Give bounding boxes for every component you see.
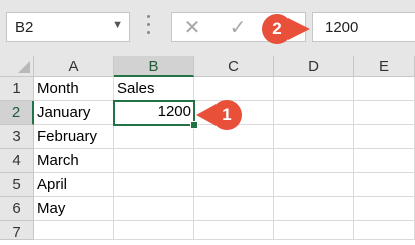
cell-a2[interactable]: January: [34, 101, 114, 125]
row-header-5[interactable]: 5: [0, 173, 34, 197]
cell-a6[interactable]: May: [34, 197, 114, 221]
cell-e5[interactable]: [354, 173, 415, 197]
formula-input-value: 1200: [325, 19, 359, 36]
cell-c4[interactable]: [194, 149, 274, 173]
cell-e7[interactable]: [354, 221, 415, 240]
cell-b1[interactable]: Sales: [114, 77, 194, 101]
cell-e6[interactable]: [354, 197, 415, 221]
row-header-1[interactable]: 1: [0, 77, 34, 101]
column-header-e[interactable]: E: [354, 56, 415, 77]
cell-a1[interactable]: Month: [34, 77, 114, 101]
cell-d4[interactable]: [274, 149, 354, 173]
cell-a4[interactable]: March: [34, 149, 114, 173]
select-all-corner[interactable]: [0, 56, 34, 77]
cell-b6[interactable]: [114, 197, 194, 221]
enter-icon[interactable]: ✓: [226, 16, 250, 40]
cell-e1[interactable]: [354, 77, 415, 101]
name-box[interactable]: B2 ▼: [6, 12, 130, 42]
cell-b4[interactable]: [114, 149, 194, 173]
cell-e3[interactable]: [354, 125, 415, 149]
cell-d1[interactable]: [274, 77, 354, 101]
cell-d7[interactable]: [274, 221, 354, 240]
column-header-d[interactable]: D: [274, 56, 354, 77]
callout-1-badge: 1: [212, 100, 242, 130]
formula-bar: B2 ▼ ✕ ✓ 1200: [0, 0, 415, 56]
select-all-icon: [18, 61, 30, 73]
formula-input[interactable]: 1200: [312, 12, 415, 42]
callout-2-arrow-icon: [288, 18, 310, 40]
cell-c3[interactable]: [194, 125, 274, 149]
cell-b2-active[interactable]: 1200: [113, 100, 195, 126]
cell-d2[interactable]: [274, 101, 354, 125]
cell-a5[interactable]: April: [34, 173, 114, 197]
cell-c5[interactable]: [194, 173, 274, 197]
drag-handle-icon[interactable]: [147, 13, 151, 37]
row-header-2[interactable]: 2: [0, 101, 34, 125]
row-header-4[interactable]: 4: [0, 149, 34, 173]
cell-a3[interactable]: February: [34, 125, 114, 149]
cell-b5[interactable]: [114, 173, 194, 197]
cell-b7[interactable]: [114, 221, 194, 240]
cell-e2[interactable]: [354, 101, 415, 125]
cell-b3[interactable]: [114, 125, 194, 149]
spreadsheet-grid: A B C D E 1 2 3 4 5 6 7 Month Sales Janu…: [0, 56, 415, 241]
column-header-a[interactable]: A: [34, 56, 114, 77]
cell-d3[interactable]: [274, 125, 354, 149]
cell-c7[interactable]: [194, 221, 274, 240]
cell-e4[interactable]: [354, 149, 415, 173]
column-header-c[interactable]: C: [194, 56, 274, 77]
column-header-b[interactable]: B: [114, 56, 194, 77]
cell-c6[interactable]: [194, 197, 274, 221]
cell-d6[interactable]: [274, 197, 354, 221]
name-box-value: B2: [15, 19, 34, 36]
chevron-down-icon[interactable]: ▼: [112, 19, 123, 31]
cell-d5[interactable]: [274, 173, 354, 197]
cell-a7[interactable]: [34, 221, 114, 240]
row-header-7[interactable]: 7: [0, 221, 34, 241]
cell-c1[interactable]: [194, 77, 274, 101]
row-header-6[interactable]: 6: [0, 197, 34, 221]
row-header-3[interactable]: 3: [0, 125, 34, 149]
cancel-icon[interactable]: ✕: [180, 16, 204, 40]
